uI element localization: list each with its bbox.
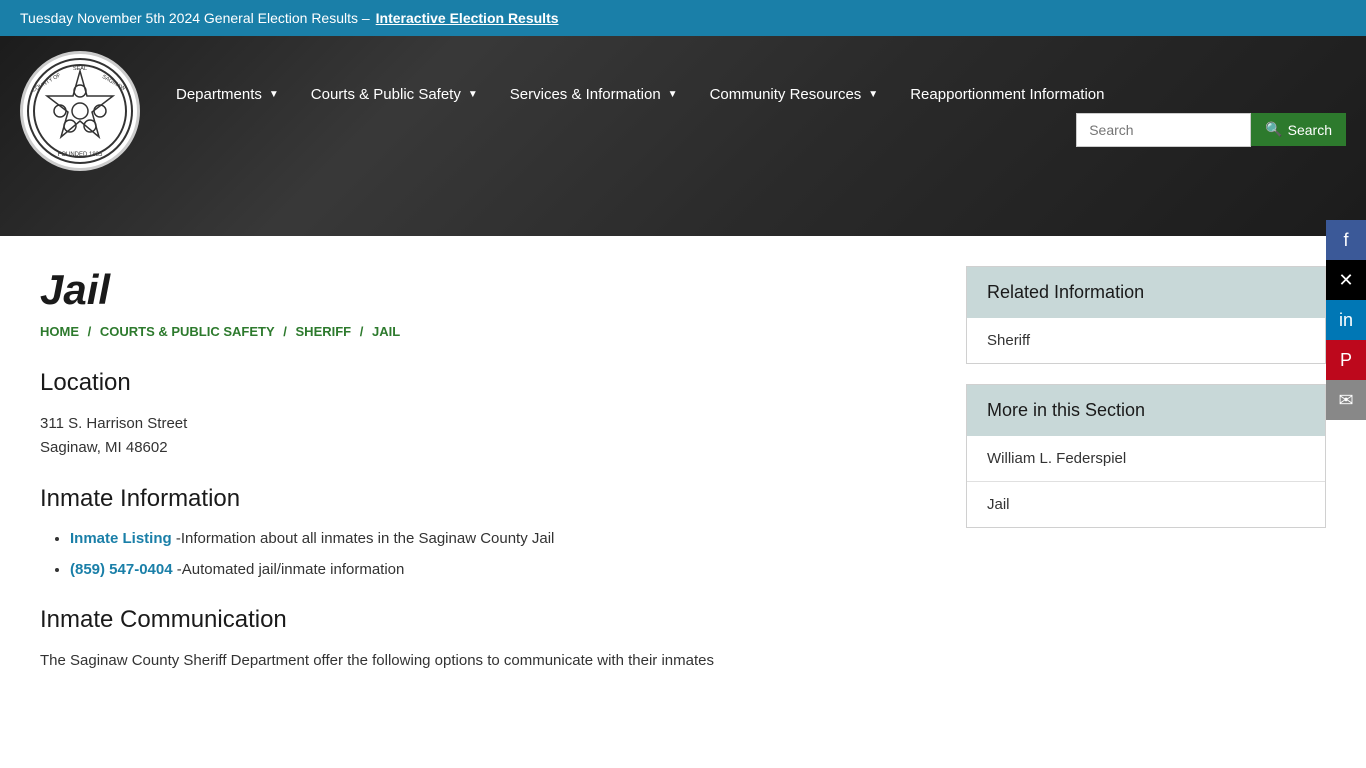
breadcrumb-home[interactable]: HOME	[40, 324, 79, 339]
main-content: Jail HOME / COURTS & PUBLIC SAFETY / SHE…	[40, 266, 926, 673]
communication-section: Inmate Communication The Saginaw County …	[40, 606, 926, 673]
main-nav: Departments ▼ Courts & Public Safety ▼ S…	[160, 76, 1346, 147]
inmate-phone-desc: -Automated jail/inmate information	[173, 561, 405, 578]
pinterest-icon: P	[1340, 350, 1352, 371]
sidebar: Related Information Sheriff More in this…	[966, 266, 1326, 673]
search-area: 🔍 Search	[1076, 113, 1346, 147]
facebook-button[interactable]: f	[1326, 220, 1366, 260]
social-sidebar: f ✕ in P ✉	[1326, 220, 1366, 420]
page-background: Jail HOME / COURTS & PUBLIC SAFETY / SHE…	[0, 236, 1366, 736]
inmate-listing-desc: -Information about all inmates in the Sa…	[172, 530, 555, 547]
twitter-icon: ✕	[1338, 270, 1353, 291]
breadcrumb-sep1: /	[88, 324, 95, 339]
email-icon: ✉	[1338, 390, 1353, 411]
more-item-jail[interactable]: Jail	[967, 482, 1325, 527]
inmate-phone-item: (859) 547-0404 -Automated jail/inmate in…	[70, 559, 926, 582]
nav-services[interactable]: Services & Information ▼	[494, 76, 694, 113]
svg-text:FOUNDED 1835: FOUNDED 1835	[58, 152, 103, 158]
announcement-bar: Tuesday November 5th 2024 General Electi…	[0, 0, 1366, 36]
facebook-icon: f	[1343, 230, 1348, 251]
linkedin-icon: in	[1339, 310, 1353, 331]
related-info-header: Related Information	[967, 267, 1325, 318]
inmate-listing-item: Inmate Listing -Information about all in…	[70, 528, 926, 551]
courts-arrow: ▼	[468, 89, 478, 100]
header: FOUNDED 1835 COUNTY OF SAGINAW SEAL Depa…	[0, 36, 1366, 236]
communication-heading: Inmate Communication	[40, 606, 926, 634]
linkedin-button[interactable]: in	[1326, 300, 1366, 340]
election-results-link[interactable]: Interactive Election Results	[376, 10, 559, 26]
svg-text:SEAL: SEAL	[73, 66, 87, 72]
breadcrumb-sep3: /	[360, 324, 367, 339]
announcement-text: Tuesday November 5th 2024 General Electi…	[20, 10, 370, 26]
inmate-list: Inmate Listing -Information about all in…	[40, 528, 926, 581]
email-button[interactable]: ✉	[1326, 380, 1366, 420]
breadcrumb-sep2: /	[283, 324, 290, 339]
communication-text: The Saginaw County Sheriff Department of…	[40, 649, 926, 673]
nav-departments[interactable]: Departments ▼	[160, 76, 295, 113]
address-line1: 311 S. Harrison Street	[40, 412, 926, 436]
more-section-header: More in this Section	[967, 385, 1325, 436]
inmate-listing-link[interactable]: Inmate Listing	[70, 530, 172, 547]
sheriff-link[interactable]: Sheriff	[987, 332, 1030, 349]
twitter-button[interactable]: ✕	[1326, 260, 1366, 300]
related-info-box: Related Information Sheriff	[966, 266, 1326, 364]
breadcrumb: HOME / COURTS & PUBLIC SAFETY / SHERIFF …	[40, 324, 926, 339]
departments-arrow: ▼	[269, 89, 279, 100]
nav-reapportionment[interactable]: Reapportionment Information	[894, 76, 1120, 113]
more-section-box: More in this Section William L. Federspi…	[966, 384, 1326, 528]
main-wrapper: Jail HOME / COURTS & PUBLIC SAFETY / SHE…	[0, 236, 1366, 703]
page-title: Jail	[40, 266, 926, 314]
pinterest-button[interactable]: P	[1326, 340, 1366, 380]
inmate-info-heading: Inmate Information	[40, 485, 926, 513]
site-logo[interactable]: FOUNDED 1835 COUNTY OF SAGINAW SEAL	[20, 51, 140, 171]
jail-link[interactable]: Jail	[987, 496, 1010, 513]
search-icon: 🔍	[1265, 121, 1282, 138]
related-item-sheriff[interactable]: Sheriff	[967, 318, 1325, 363]
nav-community[interactable]: Community Resources ▼	[694, 76, 895, 113]
inmate-phone-link[interactable]: (859) 547-0404	[70, 561, 173, 578]
community-arrow: ▼	[868, 89, 878, 100]
address-block: 311 S. Harrison Street Saginaw, MI 48602	[40, 412, 926, 460]
address-line2: Saginaw, MI 48602	[40, 436, 926, 460]
breadcrumb-current: JAIL	[372, 324, 400, 339]
location-heading: Location	[40, 369, 926, 397]
more-item-federspiel[interactable]: William L. Federspiel	[967, 436, 1325, 482]
breadcrumb-sheriff[interactable]: SHERIFF	[296, 324, 352, 339]
federspiel-link[interactable]: William L. Federspiel	[987, 450, 1126, 467]
search-button[interactable]: 🔍 Search	[1251, 113, 1346, 146]
nav-courts[interactable]: Courts & Public Safety ▼	[295, 76, 494, 113]
breadcrumb-courts[interactable]: COURTS & PUBLIC SAFETY	[100, 324, 275, 339]
search-input[interactable]	[1076, 113, 1251, 147]
services-arrow: ▼	[668, 89, 678, 100]
